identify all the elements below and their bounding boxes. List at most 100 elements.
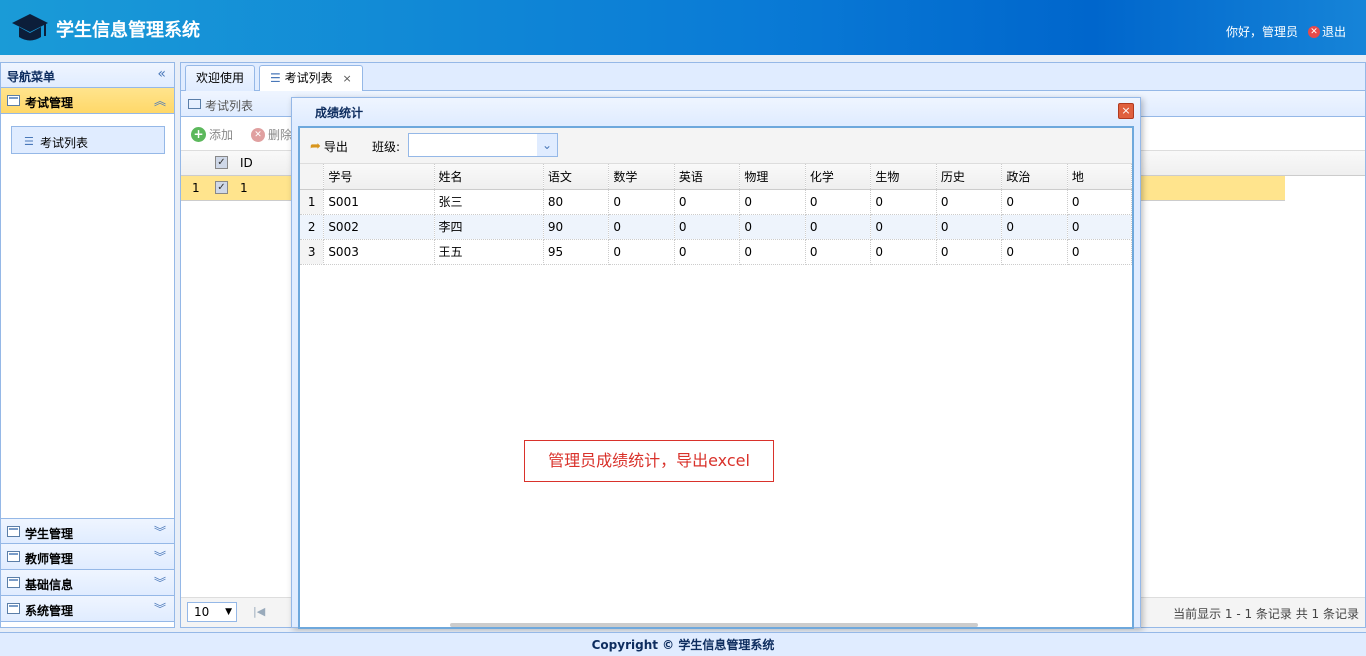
panel-title: 考试列表 xyxy=(205,99,254,113)
sidebar-title: 导航菜单 xyxy=(7,70,56,84)
logout-button[interactable]: ✕ 退出 xyxy=(1307,23,1346,40)
sidebar-section-label: 学生管理 xyxy=(25,527,74,541)
sidebar-section-label: 基础信息 xyxy=(25,578,74,592)
column-header[interactable]: 历史 xyxy=(936,164,1003,190)
add-label: 添加 xyxy=(209,128,234,142)
sidebar-section-label: 系统管理 xyxy=(25,604,74,618)
list-icon: ☰ xyxy=(24,135,34,148)
table-cell: 李四 xyxy=(434,214,544,240)
column-header[interactable]: 生物 xyxy=(870,164,937,190)
column-header[interactable]: 化学 xyxy=(805,164,872,190)
sidebar-section-label: 教师管理 xyxy=(25,552,74,566)
row-checkbox[interactable]: ✓ xyxy=(215,181,228,194)
chevron-down-icon: ⌄ xyxy=(537,134,557,156)
close-circle-icon: ✕ xyxy=(1307,25,1320,38)
delete-icon: ✕ xyxy=(251,127,265,142)
table-cell: S003 xyxy=(323,239,435,265)
sidebar-section-basic-info[interactable]: 基础信息 ︾ xyxy=(1,570,174,596)
column-header[interactable]: 姓名 xyxy=(434,164,544,190)
table-icon xyxy=(7,551,20,562)
table-cell: 80 xyxy=(543,189,610,215)
column-header-id: ID xyxy=(240,156,253,170)
column-header[interactable]: 政治 xyxy=(1001,164,1068,190)
column-header[interactable]: 英语 xyxy=(674,164,741,190)
rownum-header xyxy=(300,164,325,190)
collapse-left-icon[interactable]: « xyxy=(157,66,166,82)
table-cell: 0 xyxy=(739,214,806,240)
sidebar-header: 导航菜单 « xyxy=(1,63,174,88)
table-cell: 0 xyxy=(739,239,806,265)
table-cell: 0 xyxy=(674,214,741,240)
page-size-value: 10 xyxy=(194,605,210,619)
list-icon: ☰ xyxy=(270,71,281,85)
table-cell: 0 xyxy=(1001,189,1068,215)
column-header[interactable]: 数学 xyxy=(608,164,675,190)
sidebar-section-exam[interactable]: 考试管理 ︽ xyxy=(1,88,174,114)
annotation-box: 管理员成绩统计，导出excel xyxy=(524,440,774,482)
cell-id: 1 xyxy=(240,181,248,195)
sidebar-section-student[interactable]: 学生管理 ︾ xyxy=(1,518,174,544)
scores-header-row: 学号 姓名 语文 数学 英语 物理 化学 生物 历史 政治 地 xyxy=(300,164,1132,190)
sidebar-section-teacher[interactable]: 教师管理 ︾ xyxy=(1,544,174,570)
chevron-down-icon: ︾ xyxy=(153,602,166,616)
table-cell: 0 xyxy=(608,239,675,265)
table-icon xyxy=(7,577,20,588)
table-cell: 0 xyxy=(1067,239,1132,265)
page-size-select[interactable]: 10 ▼ xyxy=(187,602,237,622)
table-cell: 0 xyxy=(1001,214,1068,240)
tab-label: 欢迎使用 xyxy=(196,71,245,85)
sidebar: 导航菜单 « 考试管理 ︽ ☰ 考试列表 学生管理 ︾ 教师管理 ︾ 基础信息 … xyxy=(0,62,175,628)
table-row[interactable]: 2 S002 李四 90 0 0 0 0 0 0 0 0 xyxy=(300,214,1132,240)
export-arrow-icon: ➦ xyxy=(310,139,321,154)
first-page-icon[interactable]: |◀ xyxy=(253,605,265,618)
dialog-close-button[interactable]: × xyxy=(1118,103,1134,119)
dialog-title: 成绩统计 xyxy=(315,106,364,120)
table-cell: 0 xyxy=(870,214,937,240)
chevron-down-icon: ︾ xyxy=(153,576,166,590)
column-header[interactable]: 物理 xyxy=(739,164,806,190)
class-select[interactable]: ⌄ xyxy=(408,133,558,157)
sidebar-section-body: ☰ 考试列表 xyxy=(1,114,174,477)
table-cell: 0 xyxy=(870,239,937,265)
dialog-body: ➦ 导出 班级: ⌄ 学号 姓名 语文 数学 英语 物理 化学 生物 历史 政治… xyxy=(298,126,1134,629)
app-header: 学生信息管理系统 你好，管理员 ✕ 退出 xyxy=(0,0,1366,55)
row-number: 2 xyxy=(300,214,325,240)
logout-label: 退出 xyxy=(1321,25,1346,39)
table-cell: 王五 xyxy=(434,239,544,265)
tab-welcome[interactable]: 欢迎使用 xyxy=(185,65,256,91)
horizontal-scrollbar[interactable] xyxy=(450,623,978,627)
add-button[interactable]: + 添加 xyxy=(191,126,233,143)
plus-icon: + xyxy=(191,127,206,142)
dropdown-arrow-icon: ▼ xyxy=(225,607,232,617)
row-number: 1 xyxy=(192,181,200,195)
table-cell: 0 xyxy=(936,214,1003,240)
delete-label: 删除 xyxy=(268,128,293,142)
sidebar-section-system[interactable]: 系统管理 ︾ xyxy=(1,596,174,622)
close-icon[interactable]: × xyxy=(342,72,351,85)
delete-button[interactable]: ✕ 删除 xyxy=(251,126,292,143)
sidebar-item-exam-list[interactable]: ☰ 考试列表 xyxy=(11,126,165,154)
table-cell: S001 xyxy=(323,189,435,215)
table-row[interactable]: 3 S003 王五 95 0 0 0 0 0 0 0 0 xyxy=(300,239,1132,265)
user-greeting: 你好，管理员 xyxy=(1225,25,1298,39)
table-cell: 0 xyxy=(936,189,1003,215)
table-icon xyxy=(7,526,20,537)
row-number: 3 xyxy=(300,239,325,265)
pager-info: 当前显示 1 - 1 条记录 共 1 条记录 xyxy=(1173,607,1359,621)
column-header[interactable]: 语文 xyxy=(543,164,610,190)
app-title: 学生信息管理系统 xyxy=(56,20,200,41)
table-cell: 0 xyxy=(674,239,741,265)
footer-copyright: Copyright © 学生信息管理系统 xyxy=(0,632,1366,656)
score-stats-dialog: 成绩统计 × ➦ 导出 班级: ⌄ 学号 姓名 语文 数学 英语 物理 化学 生… xyxy=(291,97,1141,629)
table-row[interactable]: 1 S001 张三 80 0 0 0 0 0 0 0 0 xyxy=(300,189,1132,215)
table-cell: 0 xyxy=(805,189,872,215)
scores-table: 学号 姓名 语文 数学 英语 物理 化学 生物 历史 政治 地 1 S001 张… xyxy=(300,164,1132,265)
export-button[interactable]: ➦ 导出 xyxy=(310,138,348,155)
select-all-checkbox[interactable]: ✓ xyxy=(215,156,228,169)
dialog-header: 成绩统计 × xyxy=(292,98,1140,124)
tab-exam-list[interactable]: ☰ 考试列表 × xyxy=(259,65,363,92)
column-header[interactable]: 地 xyxy=(1067,164,1132,190)
column-header[interactable]: 学号 xyxy=(323,164,435,190)
table-icon xyxy=(7,603,20,614)
row-number: 1 xyxy=(300,189,325,215)
